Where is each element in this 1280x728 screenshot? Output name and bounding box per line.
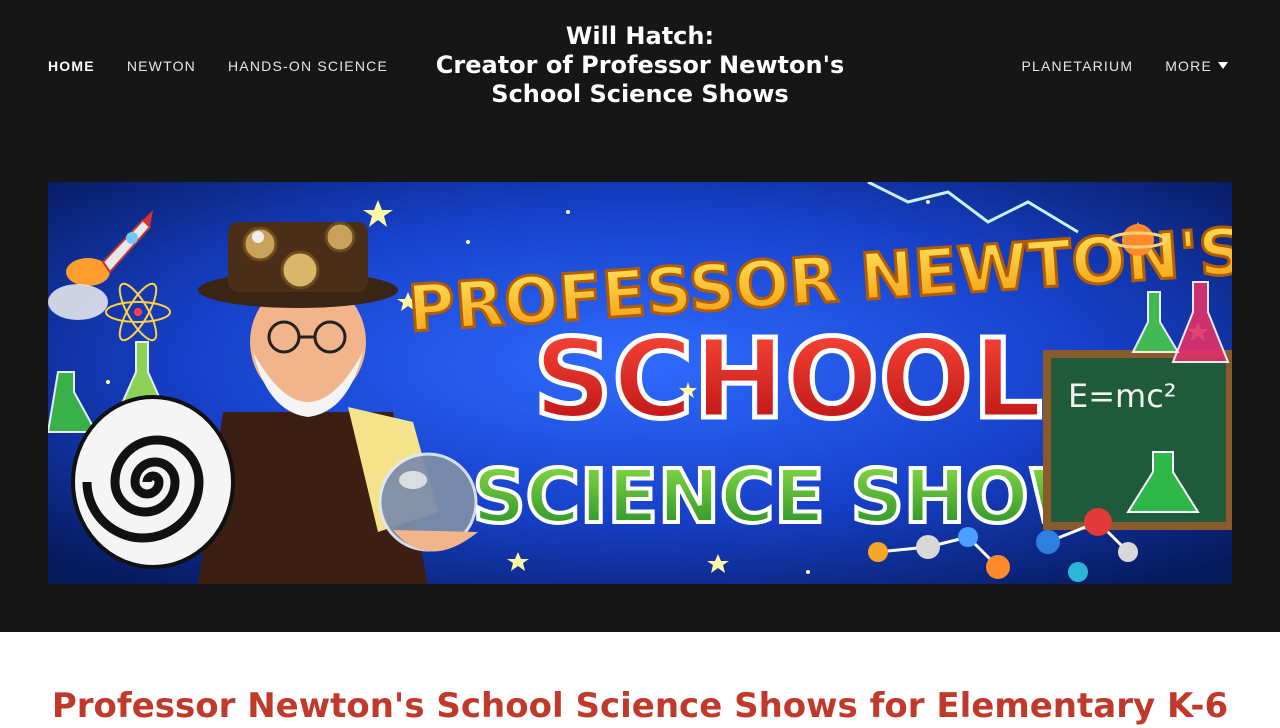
- crystal-ball-icon: [378, 452, 478, 552]
- primary-nav-left: HOME NEWTON HANDS-ON SCIENCE: [48, 58, 388, 74]
- chalkboard-equation: E=mc²: [1068, 377, 1177, 415]
- site-title-line1: Will Hatch:: [565, 22, 715, 50]
- page-heading: Professor Newton's School Science Shows …: [51, 686, 1229, 726]
- nav-hands-on-science[interactable]: HANDS-ON SCIENCE: [228, 58, 388, 74]
- banner-title-school: SCHOOL: [533, 315, 1042, 443]
- hypnotic-spiral-disc: [71, 395, 235, 569]
- nav-home[interactable]: HOME: [48, 58, 95, 74]
- site-title-line3: School Science Shows: [491, 80, 789, 108]
- primary-nav-right: PLANETARIUM MORE: [1021, 58, 1228, 74]
- hero-banner-illustration: PROFESSOR NEWTON'S SCHOOL SCIENCE SHOWS …: [48, 182, 1232, 584]
- nav-planetarium[interactable]: PLANETARIUM: [1021, 58, 1133, 74]
- caret-down-icon: [1218, 61, 1228, 69]
- site-title[interactable]: Will Hatch: Creator of Professor Newton'…: [430, 22, 850, 109]
- site-header: HOME NEWTON HANDS-ON SCIENCE Will Hatch:…: [0, 0, 1280, 632]
- nav-more-label: MORE: [1165, 58, 1212, 74]
- site-title-line2: Creator of Professor Newton's: [435, 51, 845, 79]
- hero-banner-image: PROFESSOR NEWTON'S SCHOOL SCIENCE SHOWS …: [48, 182, 1232, 584]
- nav-more-dropdown[interactable]: MORE: [1165, 58, 1228, 74]
- nav-newton[interactable]: NEWTON: [127, 58, 196, 74]
